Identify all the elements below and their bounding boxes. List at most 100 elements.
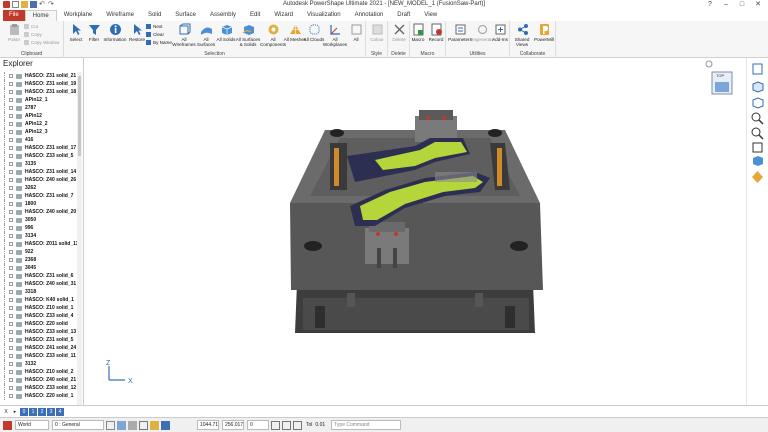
color-icon[interactable] bbox=[150, 420, 159, 430]
relative-coord-icon[interactable] bbox=[282, 420, 291, 430]
tab-wireframe[interactable]: Wireframe bbox=[99, 10, 141, 21]
lighting-icon[interactable] bbox=[750, 170, 765, 184]
next-button[interactable]: Next bbox=[146, 24, 162, 29]
expand-icon[interactable] bbox=[9, 346, 13, 350]
cut-button[interactable]: Cut bbox=[24, 24, 38, 29]
workplane-select[interactable]: World bbox=[15, 420, 49, 430]
expand-icon[interactable] bbox=[9, 282, 13, 286]
view-cube-top-icon[interactable] bbox=[750, 62, 765, 76]
level-1[interactable]: 1 bbox=[29, 407, 37, 416]
explorer-scroll-thumb[interactable] bbox=[78, 76, 81, 156]
copy-button[interactable]: Copy bbox=[24, 32, 42, 37]
wireframe-view-icon[interactable] bbox=[750, 96, 765, 110]
coordinate-x[interactable]: 1044.71 bbox=[197, 420, 219, 430]
powermill-button[interactable]: PowerMill bbox=[532, 23, 556, 42]
expand-icon[interactable] bbox=[9, 114, 13, 118]
tab-wizard[interactable]: Wizard bbox=[267, 10, 300, 21]
view-cube[interactable]: TOP bbox=[705, 60, 733, 95]
home-view-icon[interactable] bbox=[705, 60, 713, 68]
tab-home[interactable]: Home bbox=[24, 10, 57, 21]
material-icon[interactable] bbox=[117, 420, 126, 430]
shaded-view-icon[interactable] bbox=[750, 154, 765, 168]
expand-icon[interactable] bbox=[9, 202, 13, 206]
expand-icon[interactable] bbox=[9, 194, 13, 198]
tolerance-value[interactable]: 0.01 bbox=[315, 422, 325, 428]
iso-view-icon[interactable] bbox=[750, 80, 765, 94]
by-name-button[interactable]: By Name bbox=[146, 40, 172, 45]
expand-icon[interactable] bbox=[9, 250, 13, 254]
explorer-item[interactable]: HASCO: Z41 solid_24 bbox=[0, 344, 77, 352]
expand-icon[interactable] bbox=[9, 314, 13, 318]
explorer-item[interactable]: HASCO: Z31 solid_6 bbox=[0, 272, 77, 280]
explorer-item[interactable]: HASCO: Z33 solid_5 bbox=[0, 152, 77, 160]
command-input[interactable]: Type Command bbox=[331, 420, 402, 430]
expand-icon[interactable] bbox=[9, 146, 13, 150]
expand-icon[interactable] bbox=[9, 74, 13, 78]
section-view-icon[interactable] bbox=[750, 140, 765, 154]
explorer-item[interactable]: 996 bbox=[0, 224, 77, 232]
explorer-item[interactable]: HASCO: Z31 solid_21 bbox=[0, 72, 77, 80]
tab-file[interactable]: File bbox=[3, 10, 25, 21]
expand-icon[interactable] bbox=[9, 210, 13, 214]
expand-icon[interactable] bbox=[9, 234, 13, 238]
expand-icon[interactable] bbox=[9, 154, 13, 158]
expand-icon[interactable] bbox=[9, 274, 13, 278]
level-0[interactable]: 0 bbox=[20, 407, 28, 416]
tab-edit[interactable]: Edit bbox=[243, 10, 267, 21]
explorer-item[interactable]: HASCO: Z33 solid_11 bbox=[0, 352, 77, 360]
explorer-item[interactable]: APin12 bbox=[0, 112, 77, 120]
expand-icon[interactable] bbox=[9, 386, 13, 390]
explorer-item[interactable]: 1800 bbox=[0, 200, 77, 208]
expand-icon[interactable] bbox=[9, 338, 13, 342]
all-surfaces-solids-button[interactable]: All Surfaces & Solids bbox=[234, 23, 262, 47]
explorer-item[interactable]: 3045 bbox=[0, 264, 77, 272]
explorer-item[interactable]: HASCO: Z31 solid_5 bbox=[0, 336, 77, 344]
expand-icon[interactable] bbox=[9, 170, 13, 174]
expand-icon[interactable] bbox=[9, 290, 13, 294]
expand-icon[interactable] bbox=[9, 226, 13, 230]
explorer-item[interactable]: HASCO: Z40 solid_21 bbox=[0, 376, 77, 384]
style-icon[interactable] bbox=[161, 420, 170, 430]
expand-icon[interactable] bbox=[9, 162, 13, 166]
close-button[interactable]: ✕ bbox=[750, 0, 766, 10]
level-3[interactable]: 3 bbox=[47, 407, 55, 416]
explorer-item[interactable]: HASCO: Z10 solid_2 bbox=[0, 368, 77, 376]
explorer-item[interactable]: 3318 bbox=[0, 288, 77, 296]
coordinate-y[interactable]: 256.017 bbox=[222, 420, 244, 430]
explorer-item[interactable]: 3135 bbox=[0, 160, 77, 168]
explorer-item[interactable]: 3132 bbox=[0, 360, 77, 368]
expand-icon[interactable] bbox=[9, 354, 13, 358]
explorer-item[interactable]: HASCO: Z31 solid_14 bbox=[0, 168, 77, 176]
tab-assembly[interactable]: Assembly bbox=[203, 10, 243, 21]
clear-button[interactable]: Clear bbox=[146, 32, 164, 37]
expand-icon[interactable] bbox=[9, 258, 13, 262]
explorer-item[interactable]: HASCO: Z20 solid_1 bbox=[0, 392, 77, 400]
graphics-viewport[interactable]: Z X TOP bbox=[85, 58, 746, 405]
explorer-item[interactable]: HASCO: Z40 solid_31 bbox=[0, 280, 77, 288]
tab-solid[interactable]: Solid bbox=[141, 10, 168, 21]
level-bar-arrow-icon[interactable]: ▸ bbox=[11, 408, 19, 416]
explorer-item[interactable]: HASCO: Z33 solid_12 bbox=[0, 384, 77, 392]
tab-surface[interactable]: Surface bbox=[168, 10, 203, 21]
explorer-item[interactable]: 2368 bbox=[0, 256, 77, 264]
expand-icon[interactable] bbox=[9, 218, 13, 222]
expand-icon[interactable] bbox=[9, 106, 13, 110]
paste-button[interactable]: Paste bbox=[2, 23, 26, 42]
explorer-item[interactable]: 922 bbox=[0, 248, 77, 256]
copy-window-button[interactable]: Copy Window bbox=[24, 40, 59, 45]
zoom-icon[interactable] bbox=[750, 111, 765, 125]
explorer-item[interactable]: HASCO: Z31 solid_19 bbox=[0, 80, 77, 88]
expand-icon[interactable] bbox=[9, 98, 13, 102]
level-4[interactable]: 4 bbox=[56, 407, 64, 416]
tab-view[interactable]: View bbox=[417, 10, 444, 21]
polar-coord-icon[interactable] bbox=[293, 420, 302, 430]
tab-visualization[interactable]: Visualization bbox=[300, 10, 348, 21]
explorer-item[interactable]: HASCO: K40 solid_1 bbox=[0, 296, 77, 304]
expand-icon[interactable] bbox=[9, 298, 13, 302]
tab-draft[interactable]: Draft bbox=[390, 10, 417, 21]
tab-workplane[interactable]: Workplane bbox=[57, 10, 100, 21]
colour-button[interactable]: Colour bbox=[365, 23, 389, 42]
explorer-item[interactable]: 3050 bbox=[0, 216, 77, 224]
general-edit-icon[interactable] bbox=[106, 420, 115, 430]
record-button[interactable]: Record bbox=[424, 23, 448, 42]
